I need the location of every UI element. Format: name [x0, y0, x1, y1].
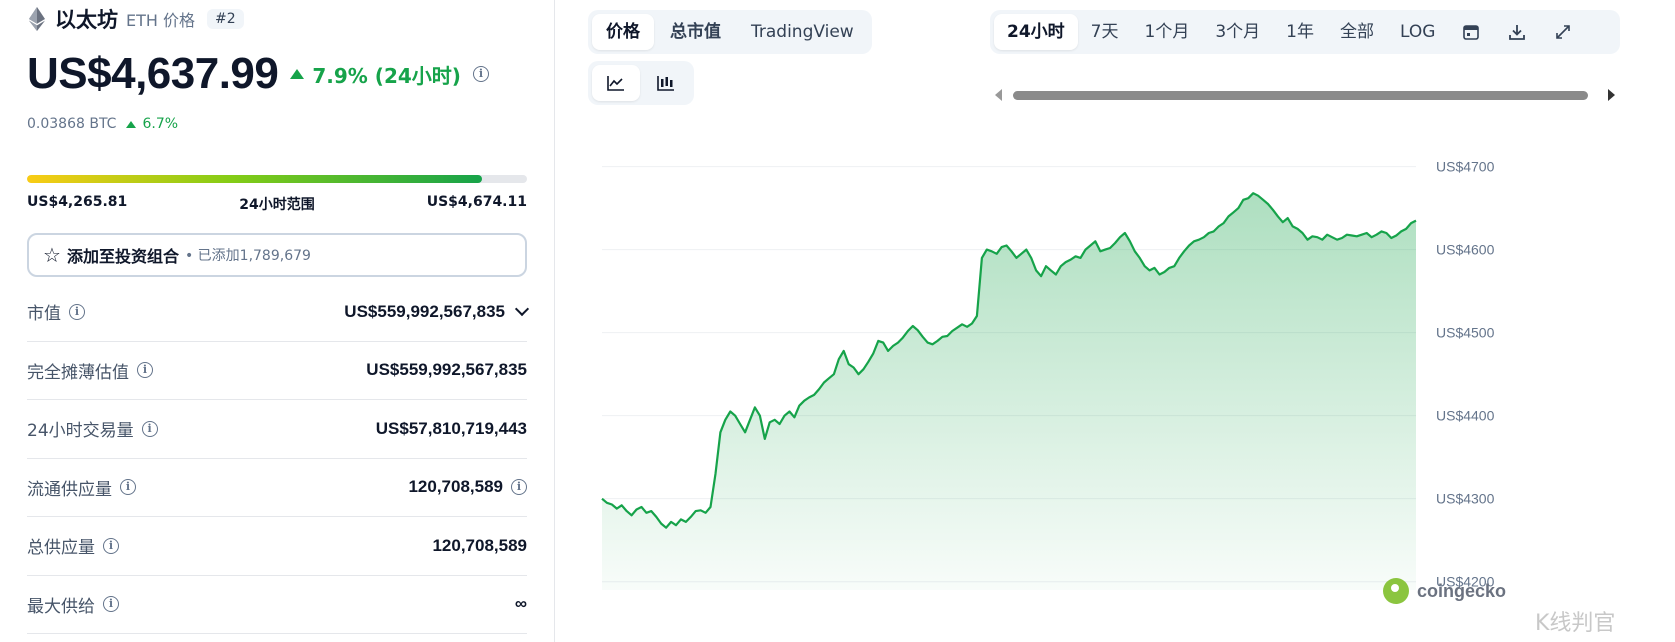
tab-price[interactable]: 价格 — [592, 14, 654, 50]
stat-row-circulating-supply: 流通供应量 i 120,708,589 i — [27, 459, 527, 517]
stat-value: US$559,992,567,835 — [366, 360, 527, 380]
info-icon[interactable]: i — [511, 479, 527, 496]
info-icon[interactable]: i — [103, 537, 119, 554]
chart-metric-tabs: 价格 总市值 TradingView — [588, 10, 872, 54]
stat-label: 总供应量 — [27, 538, 95, 559]
corner-watermark: K线判官 — [1535, 611, 1616, 636]
coin-symbol-label: ETH 价格 — [126, 11, 196, 30]
coin-overview-panel: 以太坊 ETH 价格 #2 US$4,637.99 7.9% (24小时) i … — [0, 0, 555, 642]
btc-price-row: 0.03868 BTC 6.7% — [27, 116, 178, 132]
y-tick-label: US$4400 — [1436, 408, 1495, 424]
price-chart[interactable]: US$4700US$4600US$4500US$4400US$4300US$42… — [590, 150, 1675, 642]
stat-value: 120,708,589 — [432, 535, 527, 555]
price-area-fill — [602, 193, 1416, 590]
expand-icon — [1556, 25, 1571, 39]
btc-price: 0.03868 BTC — [27, 116, 117, 132]
btc-change-text: 6.7% — [142, 116, 179, 132]
stat-row-fdv: 完全摊薄估值 i US$559,992,567,835 — [27, 342, 527, 400]
candlestick-chart-button[interactable] — [642, 65, 690, 101]
up-triangle-icon — [290, 69, 305, 79]
stat-label: 24小时交易量 — [27, 421, 134, 442]
stat-label: 完全摊薄估值 — [27, 362, 129, 383]
add-to-portfolio-button[interactable]: ☆ 添加至投资组合 • 已添加1,789,679 — [27, 233, 527, 277]
up-triangle-icon — [126, 120, 137, 128]
info-icon[interactable]: i — [472, 66, 489, 82]
coingecko-logo-icon — [1383, 578, 1409, 604]
info-icon[interactable]: i — [120, 479, 136, 496]
coingecko-brand: coingecko — [1417, 580, 1507, 601]
chart-type-tabs — [588, 61, 694, 105]
info-icon[interactable]: i — [69, 303, 85, 320]
scrollbar-thumb[interactable] — [1013, 91, 1588, 100]
y-tick-label: US$4600 — [1436, 242, 1495, 258]
scroll-right-arrow-icon[interactable] — [1608, 89, 1615, 101]
stat-value: ∞ — [514, 594, 527, 614]
info-icon[interactable]: i — [141, 420, 158, 437]
stat-row-volume: 24小时交易量 i US$57,810,719,443 — [27, 400, 527, 459]
download-icon — [1509, 25, 1526, 40]
coingecko-watermark: coingecko — [1383, 578, 1506, 604]
star-icon: ☆ — [43, 243, 61, 267]
y-tick-label: US$4500 — [1436, 325, 1495, 341]
range-24h-labels: US$4,265.81 24小时范围 US$4,674.11 — [27, 194, 527, 214]
tab-market-cap[interactable]: 总市值 — [656, 14, 735, 50]
stat-row-total-supply: 总供应量 i 120,708,589 — [27, 517, 527, 576]
calendar-icon — [1463, 25, 1480, 40]
y-tick-label: US$4700 — [1436, 159, 1495, 175]
info-icon[interactable]: i — [103, 596, 119, 613]
line-chart-icon — [607, 76, 624, 91]
price-row: US$4,637.99 7.9% (24小时) i — [27, 46, 489, 102]
stat-value: US$57,810,719,443 — [375, 418, 527, 438]
coin-title-row: 以太坊 ETH 价格 #2 — [27, 6, 244, 32]
range-tab-log[interactable]: LOG — [1387, 14, 1448, 50]
range-tab-1m[interactable]: 1个月 — [1132, 14, 1203, 50]
range-24h-fill — [27, 175, 482, 183]
coin-name: 以太坊 — [55, 8, 118, 32]
stat-label: 市值 — [27, 304, 61, 325]
portfolio-count: • 已添加1,789,679 — [184, 248, 311, 264]
price-change-24h: 7.9% (24小时) — [290, 60, 461, 89]
time-range-tabs: 24小时 7天 1个月 3个月 1年 全部 LOG — [990, 10, 1620, 54]
chart-range-scrollbar[interactable] — [995, 88, 1615, 102]
range-label: 24小时范围 — [239, 197, 315, 213]
stat-value: 120,708,589 — [408, 477, 503, 497]
range-low: US$4,265.81 — [27, 194, 128, 210]
range-tab-1y[interactable]: 1年 — [1273, 14, 1327, 50]
ethereum-logo-icon — [29, 7, 45, 31]
y-tick-label: US$4300 — [1436, 491, 1495, 507]
stat-value: US$559,992,567,835 — [344, 301, 505, 321]
fullscreen-button[interactable] — [1540, 14, 1586, 50]
current-price: US$4,637.99 — [27, 49, 279, 98]
stat-row-market-cap: 市值 i US$559,992,567,835 — [27, 283, 530, 342]
range-tab-3m[interactable]: 3个月 — [1202, 14, 1273, 50]
scroll-left-arrow-icon[interactable] — [995, 89, 1002, 101]
range-tab-all[interactable]: 全部 — [1327, 14, 1387, 50]
range-tab-7d[interactable]: 7天 — [1078, 14, 1132, 50]
tab-tradingview[interactable]: TradingView — [737, 14, 868, 50]
y-axis-labels: US$4700US$4600US$4500US$4400US$4300US$42… — [1436, 159, 1495, 590]
market-cap-dropdown[interactable]: US$559,992,567,835 — [344, 301, 530, 322]
stat-label: 最大供给 — [27, 596, 95, 617]
download-button[interactable] — [1494, 14, 1540, 50]
info-icon[interactable]: i — [137, 362, 153, 379]
btc-change: 6.7% — [126, 116, 178, 132]
stat-label: 流通供应量 — [27, 479, 112, 500]
candlestick-chart-icon — [657, 76, 674, 91]
stat-row-max-supply: 最大供给 i ∞ — [27, 576, 527, 634]
calendar-button[interactable] — [1448, 14, 1494, 50]
portfolio-label: 添加至投资组合 — [66, 247, 179, 266]
chevron-down-icon — [514, 302, 530, 317]
price-change-text: 7.9% (24小时) — [312, 63, 461, 88]
range-tab-24h[interactable]: 24小时 — [994, 14, 1078, 50]
range-24h-bar — [27, 175, 527, 183]
stats-list: 市值 i US$559,992,567,835 完全摊薄估值 i US$559,… — [27, 283, 530, 634]
range-high: US$4,674.11 — [426, 194, 527, 210]
line-chart-button[interactable] — [592, 65, 640, 101]
rank-badge: #2 — [207, 9, 244, 29]
